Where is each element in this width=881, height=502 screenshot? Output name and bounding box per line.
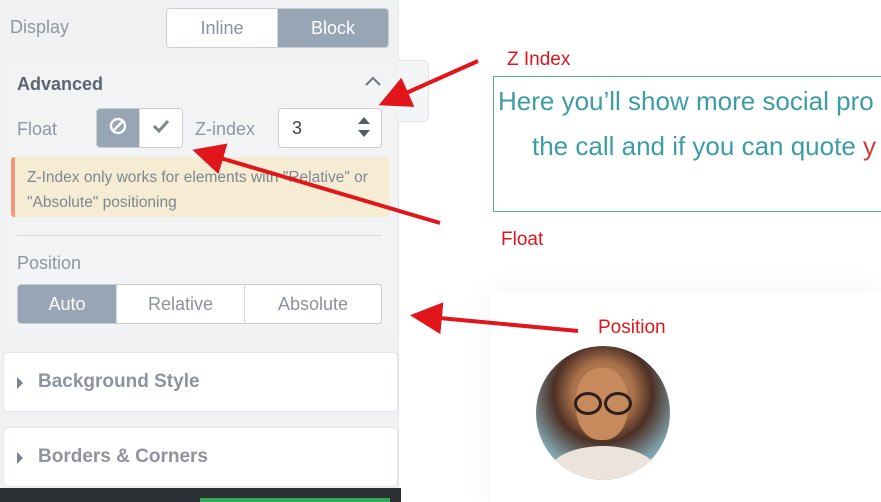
section-title: Background Style bbox=[38, 371, 200, 392]
caret-right-icon bbox=[17, 377, 23, 389]
caret-right-icon bbox=[17, 452, 23, 464]
float-toggle bbox=[96, 108, 183, 148]
display-block-option[interactable]: Block bbox=[277, 9, 388, 47]
panel-collapse-handle[interactable] bbox=[398, 60, 429, 122]
zindex-label: Z-index bbox=[195, 119, 256, 139]
annotation-float: Float bbox=[501, 229, 544, 250]
settings-sidebar: Display Inline Block Advanced Float Z-in… bbox=[0, 0, 401, 502]
display-row: Display Inline Block bbox=[10, 8, 390, 48]
quote-line-2: the call and if you can quote y bbox=[532, 131, 876, 162]
quote-line-2-highlight: y bbox=[863, 131, 877, 161]
float-check-option[interactable] bbox=[139, 109, 182, 147]
bottom-toolbar bbox=[0, 488, 401, 502]
avatar-glasses-right bbox=[604, 392, 632, 415]
display-inline-option[interactable]: Inline bbox=[167, 9, 277, 47]
check-icon bbox=[151, 116, 171, 141]
stepper-icon[interactable] bbox=[357, 116, 371, 141]
annotation-zindex: Z Index bbox=[507, 49, 571, 70]
borders-corners-section[interactable]: Borders & Corners bbox=[3, 427, 398, 487]
avatar-glasses-left bbox=[574, 392, 602, 415]
position-auto-option[interactable]: Auto bbox=[18, 285, 116, 323]
display-label: Display bbox=[10, 17, 70, 37]
background-style-section[interactable]: Background Style bbox=[3, 352, 398, 412]
float-label: Float bbox=[17, 119, 58, 139]
section-title: Borders & Corners bbox=[38, 446, 208, 467]
zindex-notice: Z-Index only works for elements with "Re… bbox=[11, 157, 390, 217]
quote-line-1: Here you’ll show more social pro bbox=[498, 86, 874, 116]
quote-line-2-text: the call and if you can quote bbox=[532, 131, 864, 161]
avatar-shoulders bbox=[546, 446, 660, 480]
none-icon bbox=[108, 116, 128, 141]
chevron-up-icon[interactable] bbox=[364, 72, 382, 93]
position-toggle: Auto Relative Absolute bbox=[17, 284, 382, 324]
display-toggle: Inline Block bbox=[166, 8, 389, 48]
save-button[interactable] bbox=[200, 498, 390, 502]
divider bbox=[17, 235, 382, 236]
position-label: Position bbox=[17, 253, 82, 273]
position-relative-option[interactable]: Relative bbox=[116, 285, 244, 323]
advanced-section: Advanced Float Z-index 3 Z-Index only wo… bbox=[4, 64, 396, 334]
zindex-value: 3 bbox=[292, 118, 303, 138]
zindex-input[interactable]: 3 bbox=[278, 108, 382, 148]
quote-text-element[interactable]: Here you’ll show more social pro the cal… bbox=[493, 76, 881, 212]
notice-text: Z-Index only works for elements with "Re… bbox=[27, 169, 368, 211]
position-absolute-option[interactable]: Absolute bbox=[244, 285, 381, 323]
float-none-option[interactable] bbox=[97, 109, 139, 147]
avatar bbox=[536, 346, 670, 480]
annotation-position: Position bbox=[598, 317, 666, 338]
advanced-title: Advanced bbox=[17, 74, 104, 94]
